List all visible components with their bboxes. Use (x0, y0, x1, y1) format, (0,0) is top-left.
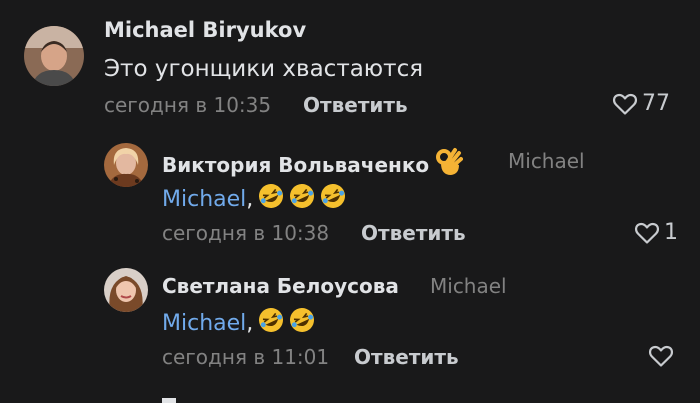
next-comment-partial (162, 398, 176, 403)
rolling-on-floor-laughing-emoji (258, 183, 284, 215)
comment-timestamp: сегодня в 11:01 (162, 345, 330, 369)
comment-author[interactable]: Michael Biryukov (104, 18, 306, 42)
rolling-on-floor-laughing-emoji (258, 307, 284, 339)
heart-outline-icon (634, 221, 660, 245)
comment-text: Michael, (162, 183, 346, 215)
mention-link[interactable]: Michael (162, 311, 246, 336)
reply-button[interactable]: Ответить (354, 345, 459, 369)
rolling-on-floor-laughing-emoji (289, 307, 315, 339)
heart-outline-icon (648, 344, 674, 368)
reply-button[interactable]: Ответить (303, 93, 408, 117)
like-count: 77 (642, 91, 670, 116)
ok-hand-emoji (435, 147, 464, 182)
reply-button[interactable]: Ответить (361, 221, 466, 245)
reply-comment-item: Виктория Вольваченко Michael Michael, се… (0, 130, 700, 260)
heart-outline-icon (612, 92, 638, 116)
reply-to-name[interactable]: Michael (508, 149, 585, 173)
avatar[interactable] (104, 268, 148, 312)
comment-item: Michael Biryukov Это угонщики хвастаются… (0, 0, 700, 130)
comment-text: Michael, (162, 307, 315, 339)
mention-link[interactable]: Michael (162, 187, 246, 212)
comment-timestamp: сегодня в 10:38 (162, 221, 330, 245)
avatar[interactable] (24, 26, 84, 86)
author-name[interactable]: Виктория Вольваченко (162, 153, 429, 177)
comment-author: Виктория Вольваченко (162, 147, 464, 182)
like-count: 1 (664, 220, 678, 245)
comment-text: Это угонщики хвастаются (104, 56, 424, 82)
mention-separator: , (246, 186, 254, 212)
like-button[interactable]: 1 (634, 220, 678, 245)
like-button[interactable]: 77 (612, 91, 670, 116)
reply-comment-item: Светлана Белоусова Michael Michael, сего… (0, 258, 700, 388)
reply-to-name[interactable]: Michael (430, 274, 507, 298)
comment-author[interactable]: Светлана Белоусова (162, 274, 399, 298)
like-button[interactable] (648, 344, 678, 368)
rolling-on-floor-laughing-emoji (289, 183, 315, 215)
avatar[interactable] (104, 143, 148, 187)
rolling-on-floor-laughing-emoji (320, 183, 346, 215)
comment-timestamp: сегодня в 10:35 (104, 93, 272, 117)
mention-separator: , (246, 310, 254, 336)
